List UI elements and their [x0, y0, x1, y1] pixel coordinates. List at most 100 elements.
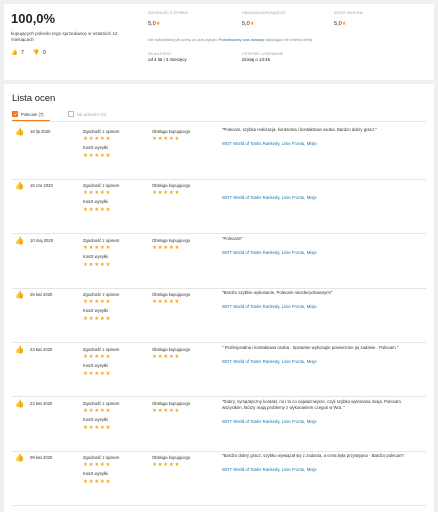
review-filters: Polecam (7) Nie polecam (0)	[12, 111, 106, 118]
label-shipping: Koszt wysyłki	[83, 253, 108, 259]
thumbs-up-icon: 👍	[15, 290, 25, 300]
review-date: 22 kwi 2020	[30, 401, 53, 406]
stars-description: ★★★★★	[83, 353, 112, 360]
star-icon: ★	[249, 21, 255, 27]
stars-shipping: ★★★★★	[83, 153, 112, 159]
review-item: 👍 23 kwi 2020 Zgodność z opisem ★★★★★ Ko…	[12, 343, 426, 397]
recommend-description: kupujących poleciło tego sprzedawcę w os…	[11, 31, 118, 42]
stars-description: ★★★★★	[83, 244, 112, 251]
stars-service: ★★★★★	[152, 299, 181, 306]
stars-description: ★★★★★	[83, 190, 112, 197]
label-description: Zgodność z opisem	[83, 183, 120, 189]
review-comment: "Polecam, szybka realizacja, konkretna i…	[222, 127, 377, 132]
label-service: Obsługa kupującego	[152, 292, 191, 298]
review-date: 15 cze 2020	[30, 183, 53, 189]
label-service: Obsługa kupującego	[152, 346, 191, 352]
label-shipping: Koszt wysyłki	[83, 362, 108, 368]
thumbs-summary: 👍 7 👎 0	[11, 50, 46, 56]
rating-label-description: ZGODNOŚĆ Z OPISEM	[148, 11, 188, 15]
auction-link[interactable]: WOT World of Tanks Rankedy, Linie Frontu…	[222, 250, 317, 255]
thumbs-up-icon: 👍	[15, 453, 25, 463]
label-description: Zgodność z opisem	[83, 237, 120, 243]
stars-shipping: ★★★★★	[83, 425, 112, 431]
thumbs-up-icon: 👍	[15, 127, 25, 136]
review-item: 👍 22 kwi 2020 Zgodność z opisem ★★★★★ Ko…	[12, 397, 426, 452]
auction-link[interactable]: WOT World of Tanks Rankedy, Linie Frontu…	[222, 419, 317, 424]
negative-count: 0	[42, 50, 46, 56]
review-date: 23 kwi 2020	[30, 346, 53, 352]
label-shipping: Koszt wysyłki	[83, 417, 108, 422]
label-description: Zgodność z opisem	[83, 455, 120, 461]
filter-not-recommend[interactable]: Nie polecam (0)	[67, 111, 106, 117]
stars-service: ★★★★★	[152, 190, 181, 197]
review-date: 09 kwi 2020	[30, 455, 53, 461]
seller-summary-card: 100,0% kupujących poleciło tego sprzedaw…	[4, 4, 434, 80]
review-item: 👍 09 kwi 2020 Zgodność z opisem ★★★★★ Ko…	[12, 451, 426, 506]
rating-value-service: 5,0★	[242, 21, 255, 27]
stars-service: ★★★★★	[152, 136, 181, 142]
checkbox-unchecked-icon[interactable]	[67, 111, 74, 117]
stars-service: ★★★★★	[152, 244, 181, 251]
thumbs-down-icon: 👎	[32, 50, 40, 56]
reviews-title: Lista ocen	[12, 93, 56, 104]
stars-description: ★★★★★	[83, 136, 112, 142]
rating-value-shipping: 5,0★	[334, 21, 347, 27]
label-shipping: Koszt wysyłki	[83, 471, 108, 477]
recommend-percent: 100,0%	[11, 11, 56, 26]
stars-shipping: ★★★★★	[83, 370, 112, 377]
star-icon: ★	[341, 21, 347, 27]
label-shipping: Koszt wysyłki	[83, 308, 108, 314]
stars-description: ★★★★★	[83, 299, 112, 306]
review-comment: " Profesjonalna i kontaktowa osoba . Spr…	[222, 344, 399, 350]
star-icon: ★	[155, 21, 161, 27]
label-service: Obsługa kupującego	[152, 183, 191, 189]
review-item: 👍 18 lip 2020 Zgodność z opisem ★★★★★ Ko…	[12, 125, 426, 180]
auction-link[interactable]: WOT World of Tanks Rankedy, Linie Frontu…	[222, 359, 317, 364]
stars-service: ★★★★★	[152, 353, 181, 360]
review-date: 10 maj 2020	[30, 237, 54, 243]
review-item: 👍 26 kwi 2020 Zgodność z opisem ★★★★★ Ko…	[12, 288, 426, 343]
reviews-card: Lista ocen Polecam (7) Nie polecam (0) 👍…	[4, 84, 434, 512]
review-comment: "Bardzo szybkie wykonanie. Polecam niezd…	[222, 290, 333, 296]
label-description: Zgodność z opisem	[83, 401, 120, 406]
stars-shipping: ★★★★★	[83, 261, 112, 268]
thumbs-up-icon: 👍	[15, 235, 25, 245]
stars-description: ★★★★★	[83, 408, 112, 414]
stars-service: ★★★★★	[152, 408, 181, 414]
review-comment: "Bardzo dobry gracz, szybko wywiązał się…	[222, 453, 405, 459]
stars-shipping: ★★★★★	[83, 207, 112, 214]
review-item: 👍 10 maj 2020 Zgodność z opisem ★★★★★ Ko…	[12, 234, 426, 289]
review-date: 26 kwi 2020	[30, 292, 53, 298]
last-login-label: OSTATNIE LOGOWANIE	[242, 52, 284, 56]
auction-link[interactable]: WOT World of Tanks Rankedy, Linie Frontu…	[222, 141, 317, 146]
rating-value-description: 5,0★	[148, 21, 161, 27]
on-allegro-label: NA ALLEGRO	[148, 52, 171, 56]
review-comment: "Polecam!"	[222, 235, 243, 241]
thumbs-up-icon: 👍	[15, 399, 25, 408]
auction-link[interactable]: WOT World of Tanks Rankedy, Linie Frontu…	[222, 304, 317, 309]
rating-label-service: OBSŁUGA KUPUJĄCEGO	[242, 11, 286, 15]
review-item: 👍 15 cze 2020 Zgodność z opisem ★★★★★ Ko…	[12, 179, 426, 234]
label-service: Obsługa kupującego	[152, 237, 191, 243]
label-service: Obsługa kupującego	[152, 129, 191, 134]
stars-shipping: ★★★★★	[83, 316, 112, 323]
stars-shipping: ★★★★★	[83, 479, 112, 486]
on-allegro-value: od 4 lat i 3 miesięcy	[148, 57, 187, 62]
last-login-value: dzisiaj o 13:45	[242, 57, 271, 62]
review-date: 18 lip 2020	[30, 129, 51, 134]
label-description: Zgodność z opisem	[83, 292, 120, 298]
label-description: Zgodność z opisem	[83, 346, 120, 352]
label-shipping: Koszt wysyłki	[83, 145, 108, 150]
checkbox-checked-icon[interactable]	[12, 111, 18, 118]
label-description: Zgodność z opisem	[83, 129, 120, 134]
thumbs-up-icon: 👍	[15, 181, 25, 191]
rating-note: Nie wyświetlamy jak ocenę za czas wysyłk…	[148, 38, 313, 42]
auction-link[interactable]: WOT World of Tanks Rankedy, Linie Frontu…	[222, 467, 317, 472]
label-service: Obsługa kupującego	[152, 455, 191, 461]
rating-label-shipping: KOSZT WYSYŁKI	[334, 11, 364, 15]
review-comment: "Dobry, sympatyczny kontakt, no i to co …	[222, 399, 401, 410]
auction-link[interactable]: WOT World of Tanks Rankedy, Linie Frontu…	[222, 195, 317, 200]
divider	[12, 505, 426, 506]
delivery-time-link[interactable]: Przewidywany czas dostawy	[219, 38, 265, 42]
filter-recommend[interactable]: Polecam (7)	[12, 111, 44, 118]
